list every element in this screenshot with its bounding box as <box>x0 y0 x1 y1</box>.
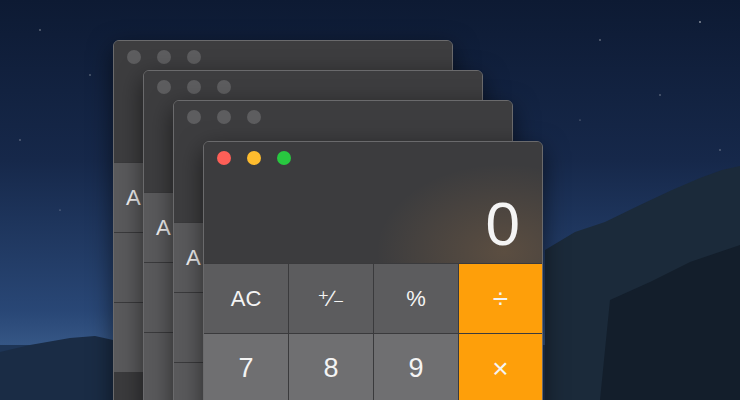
title-bar[interactable] <box>114 41 452 73</box>
display: 0 <box>204 174 542 263</box>
desktop: AAA0AC⁺∕₋%÷789× <box>0 0 740 400</box>
keypad: AC ⁺∕₋% ÷ 7 8 9 × <box>204 263 542 400</box>
close-button[interactable] <box>217 151 231 165</box>
calculator-key[interactable]: × <box>459 334 542 400</box>
close-button[interactable] <box>157 80 171 94</box>
key-label: 7 <box>238 348 253 389</box>
zoom-button[interactable] <box>277 151 291 165</box>
calculator-key[interactable]: 7 <box>204 334 288 400</box>
calculator-key[interactable]: ÷ <box>459 264 542 333</box>
minimize-button[interactable] <box>187 80 201 94</box>
minimize-button[interactable] <box>157 50 171 64</box>
key-label: A <box>156 211 171 244</box>
display-value: 0 <box>486 193 520 255</box>
minimize-button[interactable] <box>247 151 261 165</box>
key-label: AC <box>231 282 262 315</box>
title-bar[interactable] <box>144 71 482 103</box>
key-label: × <box>492 348 508 390</box>
calculator-key[interactable]: 9 <box>374 334 458 400</box>
calculator-key[interactable]: % <box>374 264 458 333</box>
calculator-window[interactable]: 0 AC ⁺∕₋% ÷ 7 8 9 × <box>203 141 543 400</box>
close-button[interactable] <box>187 110 201 124</box>
key-label: 9 <box>408 348 423 389</box>
key-label: % <box>406 282 426 315</box>
zoom-button[interactable] <box>187 50 201 64</box>
key-label: A <box>126 181 141 214</box>
minimize-button[interactable] <box>217 110 231 124</box>
calculator-key[interactable]: 8 <box>289 334 373 400</box>
key-label: ⁺∕₋ <box>318 282 345 315</box>
title-bar[interactable] <box>204 142 542 174</box>
calculator-key[interactable]: AC <box>204 264 288 333</box>
calculator-key[interactable]: ⁺∕₋ <box>289 264 373 333</box>
zoom-button[interactable] <box>217 80 231 94</box>
key-label: A <box>186 241 201 274</box>
zoom-button[interactable] <box>247 110 261 124</box>
close-button[interactable] <box>127 50 141 64</box>
key-label: 8 <box>323 348 338 389</box>
title-bar[interactable] <box>174 101 512 133</box>
window-header: 0 <box>204 142 542 263</box>
key-label: ÷ <box>493 278 508 320</box>
